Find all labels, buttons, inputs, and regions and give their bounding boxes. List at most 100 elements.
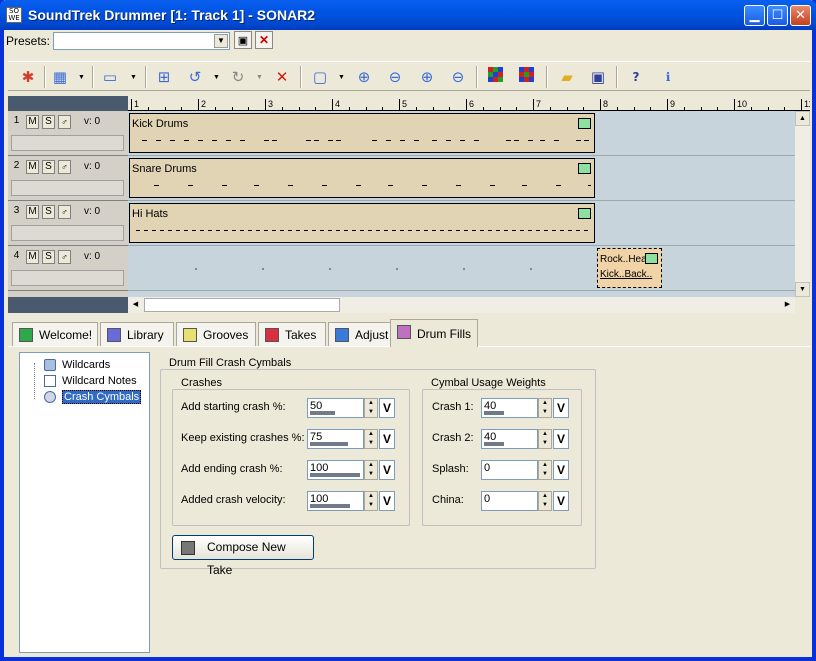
tree-item-wildcard-notes[interactable]: Wildcard Notes	[42, 374, 137, 389]
redo-icon[interactable]: ↻	[228, 67, 248, 87]
clip[interactable]: Kick Drums	[129, 113, 595, 153]
zoom-in-h-icon[interactable]: ⊕	[354, 67, 374, 87]
save-preset-button[interactable]: ▣	[234, 31, 252, 49]
vertical-scrollbar[interactable]: ▲ ▼	[795, 111, 810, 297]
color-grid-2-icon[interactable]	[517, 67, 537, 87]
color-grid-icon[interactable]	[486, 67, 506, 87]
grid-select-icon[interactable]: ▦	[50, 67, 70, 87]
title-bar[interactable]: SO WE SoundTrek Drummer [1: Track 1] - SO…	[0, 0, 816, 30]
add-page-icon[interactable]: ⊞	[154, 67, 174, 87]
timeline-ruler[interactable]: 1 2 3 4 5 6 7 8 9 10 11	[128, 96, 810, 111]
tree-item-wildcards[interactable]: Wildcards	[42, 358, 110, 373]
spin-down-icon[interactable]: ▼	[365, 439, 377, 448]
value-input[interactable]: 40	[481, 429, 538, 449]
clip[interactable]: Hi Hats	[129, 203, 595, 243]
monitor-icon[interactable]: ▭	[100, 67, 120, 87]
spin-down-icon[interactable]: ▼	[539, 439, 551, 448]
spin-down-icon[interactable]: ▼	[365, 408, 377, 417]
tab-adjust[interactable]: Adjust	[328, 322, 396, 346]
clip-flag-icon[interactable]	[578, 163, 591, 174]
dropdown-v-button[interactable]: V	[379, 460, 395, 480]
mute-button[interactable]: M	[26, 115, 39, 129]
delete-icon[interactable]: ✕	[272, 67, 292, 87]
chevron-down-icon[interactable]: ▼	[130, 74, 137, 81]
value-spinner[interactable]: 40 ▲ ▼ V	[481, 429, 569, 449]
chevron-down-icon[interactable]: ▼	[78, 74, 85, 81]
context-help-icon[interactable]: ℹ	[658, 67, 678, 87]
value-input[interactable]: 40	[481, 398, 538, 418]
spin-down-icon[interactable]: ▼	[539, 470, 551, 479]
zoom-out-v-icon[interactable]: ⊖	[448, 67, 468, 87]
track-volume[interactable]: v: 0	[84, 251, 100, 262]
spin-up-icon[interactable]: ▲	[539, 399, 551, 408]
arm-button[interactable]: ♂	[58, 250, 71, 264]
value-spinner[interactable]: 100 ▲ ▼ V	[307, 460, 395, 480]
up-down-buttons[interactable]: ▲ ▼	[364, 491, 378, 511]
scroll-left-button[interactable]: ◀	[128, 298, 143, 313]
dropdown-v-button[interactable]: V	[379, 491, 395, 511]
value-input[interactable]: 0	[481, 491, 538, 511]
dropdown-v-button[interactable]: V	[553, 429, 569, 449]
track-lane[interactable]: Hi Hats	[128, 201, 795, 246]
value-spinner[interactable]: 100 ▲ ▼ V	[307, 491, 395, 511]
mute-button[interactable]: M	[26, 160, 39, 174]
spin-up-icon[interactable]: ▲	[365, 430, 377, 439]
value-input[interactable]: 100	[307, 460, 364, 480]
zoom-in-v-icon[interactable]: ⊕	[417, 67, 437, 87]
spin-down-icon[interactable]: ▼	[365, 501, 377, 510]
arm-button[interactable]: ♂	[58, 115, 71, 129]
clip[interactable]: Rock..Hea.. Kick..Back..	[597, 248, 662, 288]
spin-up-icon[interactable]: ▲	[365, 461, 377, 470]
spin-up-icon[interactable]: ▲	[539, 492, 551, 501]
value-input[interactable]: 100	[307, 491, 364, 511]
chevron-down-icon[interactable]: ▼	[338, 74, 345, 81]
scroll-up-button[interactable]: ▲	[795, 111, 810, 126]
clip-flag-icon[interactable]	[578, 118, 591, 129]
comment-icon[interactable]: ▢	[310, 67, 330, 87]
value-spinner[interactable]: 40 ▲ ▼ V	[481, 398, 569, 418]
chevron-down-icon[interactable]: ▼	[256, 74, 263, 81]
track-volume[interactable]: v: 0	[84, 116, 100, 127]
solo-button[interactable]: S	[42, 160, 55, 174]
tab-welcome[interactable]: Welcome!	[12, 322, 98, 346]
clip[interactable]: Snare Drums	[129, 158, 595, 198]
spin-down-icon[interactable]: ▼	[539, 501, 551, 510]
zoom-out-h-icon[interactable]: ⊖	[385, 67, 405, 87]
app-icon[interactable]: SO WE	[6, 7, 22, 23]
help-icon[interactable]: ?	[626, 67, 646, 87]
spin-down-icon[interactable]: ▼	[539, 408, 551, 417]
close-button[interactable]: ✕	[790, 5, 811, 26]
dropdown-v-button[interactable]: V	[379, 429, 395, 449]
scroll-right-button[interactable]: ▶	[780, 298, 795, 313]
minimize-button[interactable]: ▁	[744, 5, 765, 26]
scroll-down-button[interactable]: ▼	[795, 282, 810, 297]
tab-library[interactable]: Library	[100, 322, 174, 346]
spin-up-icon[interactable]: ▲	[539, 461, 551, 470]
clip-flag-icon[interactable]	[645, 253, 658, 264]
track-lane[interactable]: Snare Drums	[128, 156, 795, 201]
gear-icon[interactable]: ✱	[18, 67, 38, 87]
up-down-buttons[interactable]: ▲ ▼	[538, 460, 552, 480]
track-lane[interactable]: Rock..Hea.. Kick..Back..	[128, 246, 795, 291]
track-header[interactable]: 4 M S ♂ v: 0	[8, 246, 128, 291]
chevron-down-icon[interactable]: ▼	[213, 74, 220, 81]
compose-new-take-button[interactable]: Compose New Take	[172, 535, 314, 577]
value-input[interactable]: 75	[307, 429, 364, 449]
track-header[interactable]: 1 M S ♂ v: 0	[8, 111, 128, 156]
arm-button[interactable]: ♂	[58, 205, 71, 219]
up-down-buttons[interactable]: ▲ ▼	[538, 429, 552, 449]
tab-drum-fills[interactable]: Drum Fills	[390, 319, 478, 347]
up-down-buttons[interactable]: ▲ ▼	[364, 460, 378, 480]
arm-button[interactable]: ♂	[58, 160, 71, 174]
horizontal-scrollbar[interactable]: ◀ ▶	[128, 297, 795, 313]
track-header[interactable]: 2 M S ♂ v: 0	[8, 156, 128, 201]
mute-button[interactable]: M	[26, 205, 39, 219]
scroll-thumb[interactable]	[144, 298, 340, 312]
fill-settings-tree[interactable]: Wildcards Wildcard Notes Crash Cymbals	[19, 352, 150, 653]
spin-up-icon[interactable]: ▲	[365, 492, 377, 501]
dropdown-v-button[interactable]: V	[553, 491, 569, 511]
up-down-buttons[interactable]: ▲ ▼	[538, 491, 552, 511]
track-volume[interactable]: v: 0	[84, 161, 100, 172]
chevron-down-icon[interactable]: ▼	[214, 34, 228, 48]
spin-up-icon[interactable]: ▲	[365, 399, 377, 408]
